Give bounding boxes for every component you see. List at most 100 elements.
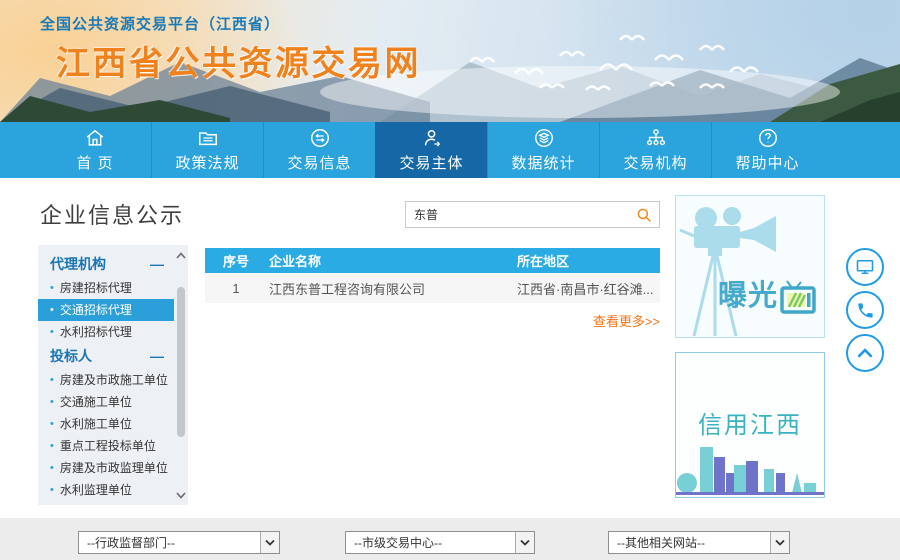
credit-jiangxi-label: 信用江西 bbox=[676, 405, 824, 440]
sidebar-item-housing-agency[interactable]: • 房建招标代理 bbox=[38, 277, 174, 299]
scroll-up-icon[interactable] bbox=[174, 247, 188, 263]
monitor-button[interactable] bbox=[846, 248, 884, 286]
bullet-icon: • bbox=[50, 369, 54, 391]
sidebar-item-label: 房建招标代理 bbox=[60, 277, 132, 299]
scrollbar-thumb[interactable] bbox=[177, 287, 185, 437]
nav-tab-label: 交易主体 bbox=[399, 152, 463, 173]
exchange-icon bbox=[309, 127, 331, 149]
search-box bbox=[405, 201, 660, 228]
tv-icon bbox=[780, 280, 816, 314]
chevron-up-icon bbox=[855, 343, 875, 363]
main-nav: 首 页 政策法规 交易信息 bbox=[0, 122, 900, 178]
sidebar-item-water-supervisor[interactable]: • 水利监理单位 bbox=[38, 479, 174, 501]
nav-tab-institutions[interactable]: 交易机构 bbox=[599, 122, 711, 178]
footer-select-supervision-departments[interactable]: --行政监督部门-- bbox=[78, 531, 280, 554]
category-sidebar: 代理机构 — • 房建招标代理 • 交通招标代理 • 水利招标代理 投标人 — … bbox=[38, 245, 188, 505]
footer: --行政监督部门-- --市级交易中心-- --其他相关网站-- bbox=[0, 518, 900, 560]
column-header-index: 序号 bbox=[205, 251, 267, 270]
bullet-icon: • bbox=[50, 457, 54, 479]
collapse-minus-icon[interactable]: — bbox=[150, 343, 164, 369]
exposure-label: 曝光 bbox=[718, 272, 816, 314]
cell-enterprise-name: 江西东普工程咨询有限公司 bbox=[267, 279, 517, 298]
view-more-link[interactable]: 查看更多>> bbox=[205, 311, 660, 330]
search-input[interactable] bbox=[406, 208, 629, 222]
sidebar-item-label: 房建及市政监理单位 bbox=[60, 457, 168, 479]
chevron-down-icon bbox=[515, 532, 534, 553]
sidebar-item-housing-contractor[interactable]: • 房建及市政施工单位 bbox=[38, 369, 174, 391]
sidebar-group-agencies[interactable]: 代理机构 — bbox=[38, 251, 174, 277]
sidebar-group-title: 代理机构 bbox=[50, 251, 106, 277]
nav-tab-label: 交易机构 bbox=[623, 152, 687, 173]
page-title: 企业信息公示 bbox=[40, 198, 184, 230]
nav-tab-trade-info[interactable]: 交易信息 bbox=[263, 122, 375, 178]
footer-select-city-trading-centers[interactable]: --市级交易中心-- bbox=[345, 531, 535, 554]
nav-tab-home[interactable]: 首 页 bbox=[39, 122, 151, 178]
sidebar-item-label: 水利招标代理 bbox=[60, 321, 132, 343]
nav-tab-trade-subject[interactable]: 交易主体 bbox=[375, 122, 487, 178]
city-skyline-icon bbox=[676, 443, 824, 495]
chevron-down-icon bbox=[260, 532, 279, 553]
bullet-icon: • bbox=[50, 479, 54, 501]
banner: 全国公共资源交易平台（江西省） 江西省公共资源交易网 bbox=[0, 0, 900, 122]
nav-tab-help[interactable]: 帮助中心 bbox=[711, 122, 823, 178]
nav-tab-statistics[interactable]: 数据统计 bbox=[487, 122, 599, 178]
sidebar-item-transport-contractor[interactable]: • 交通施工单位 bbox=[38, 391, 174, 413]
sidebar-group-bidders[interactable]: 投标人 — bbox=[38, 343, 174, 369]
layers-icon bbox=[533, 127, 555, 149]
user-arrow-icon bbox=[421, 127, 443, 149]
sidebar-item-label: 房建及市政施工单位 bbox=[60, 369, 168, 391]
folder-icon bbox=[197, 127, 219, 149]
phone-button[interactable] bbox=[846, 291, 884, 329]
sidebar-group-title: 投标人 bbox=[50, 343, 92, 369]
scroll-down-icon[interactable] bbox=[174, 487, 188, 503]
question-icon bbox=[757, 127, 779, 149]
sidebar-item-label: 交通施工单位 bbox=[60, 391, 132, 413]
sidebar-item-label: 重点工程投标单位 bbox=[60, 435, 156, 457]
nav-tab-label: 帮助中心 bbox=[735, 152, 799, 173]
nav-tab-label: 政策法规 bbox=[175, 152, 239, 173]
sidebar-item-water-agency[interactable]: • 水利招标代理 bbox=[38, 321, 174, 343]
site-title: 江西省公共资源交易网 bbox=[56, 36, 421, 85]
nav-tab-policies[interactable]: 政策法规 bbox=[151, 122, 263, 178]
bullet-icon: • bbox=[50, 321, 54, 343]
search-icon[interactable] bbox=[629, 202, 659, 227]
floating-toolbar bbox=[846, 248, 886, 377]
monitor-icon bbox=[855, 257, 875, 277]
column-header-region: 所在地区 bbox=[517, 251, 660, 270]
sidebar-item-transport-agency[interactable]: • 交通招标代理 bbox=[38, 299, 174, 321]
cell-index: 1 bbox=[205, 281, 267, 296]
platform-label: 全国公共资源交易平台（江西省） bbox=[40, 13, 280, 34]
chevron-down-icon bbox=[770, 532, 789, 553]
credit-jiangxi-banner[interactable]: 信用江西 bbox=[675, 352, 825, 498]
sidebar-item-label: 水利施工单位 bbox=[60, 413, 132, 435]
nav-tabs: 首 页 政策法规 交易信息 bbox=[39, 122, 823, 178]
bullet-icon: • bbox=[50, 299, 54, 321]
collapse-minus-icon[interactable]: — bbox=[150, 251, 164, 277]
nav-tab-label: 交易信息 bbox=[287, 152, 351, 173]
page: 全国公共资源交易平台（江西省） 江西省公共资源交易网 首 页 政策法规 bbox=[0, 0, 900, 560]
phone-icon bbox=[856, 301, 875, 320]
sidebar-item-key-project-bidder[interactable]: • 重点工程投标单位 bbox=[38, 435, 174, 457]
column-header-name: 企业名称 bbox=[267, 251, 517, 270]
sidebar-item-housing-supervisor[interactable]: • 房建及市政监理单位 bbox=[38, 457, 174, 479]
footer-select-related-websites[interactable]: --其他相关网站-- bbox=[608, 531, 790, 554]
enterprise-table: 序号 企业名称 所在地区 1 江西东普工程咨询有限公司 江西省·南昌市·红谷滩.… bbox=[205, 248, 660, 303]
bullet-icon: • bbox=[50, 435, 54, 457]
sidebar-scrollbar[interactable] bbox=[174, 245, 188, 505]
scroll-to-top-button[interactable] bbox=[846, 334, 884, 372]
exposure-platform-banner[interactable]: 曝光 bbox=[675, 195, 825, 338]
home-icon bbox=[84, 127, 106, 149]
bullet-icon: • bbox=[50, 413, 54, 435]
bullet-icon: • bbox=[50, 277, 54, 299]
nav-tab-label: 数据统计 bbox=[511, 152, 575, 173]
table-header-row: 序号 企业名称 所在地区 bbox=[205, 248, 660, 273]
nav-tab-label: 首 页 bbox=[76, 152, 113, 173]
table-row[interactable]: 1 江西东普工程咨询有限公司 江西省·南昌市·红谷滩... bbox=[205, 273, 660, 303]
org-chart-icon bbox=[645, 127, 667, 149]
sidebar-item-label: 交通招标代理 bbox=[60, 299, 132, 321]
sidebar-item-water-contractor[interactable]: • 水利施工单位 bbox=[38, 413, 174, 435]
cell-region: 江西省·南昌市·红谷滩... bbox=[517, 279, 660, 298]
bullet-icon: • bbox=[50, 391, 54, 413]
film-camera-icon bbox=[676, 196, 786, 338]
sidebar-item-label: 水利监理单位 bbox=[60, 479, 132, 501]
